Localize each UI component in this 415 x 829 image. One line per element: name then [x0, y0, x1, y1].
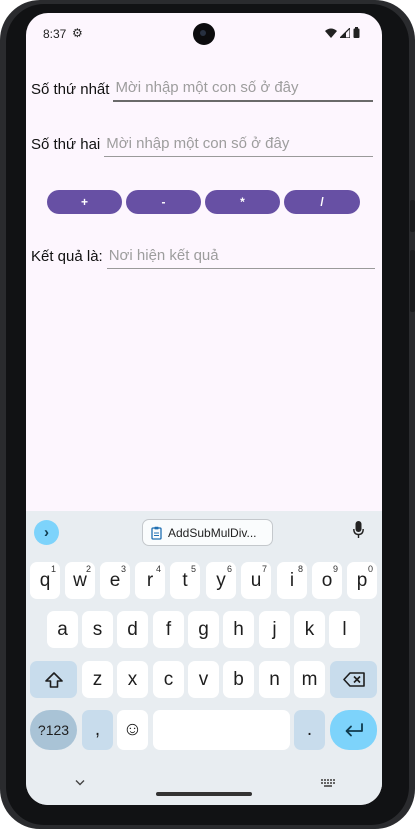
key-y-label: y [216, 569, 226, 591]
status-time: 8:37 [43, 27, 67, 41]
app-screen: 8:37 ⚙ Số thứ nhất Số thứ hai + - * / [26, 13, 382, 805]
key-w-label: w [73, 569, 87, 591]
key-d[interactable]: d [117, 611, 148, 648]
key-n[interactable]: n [259, 661, 290, 698]
key-v[interactable]: v [188, 661, 219, 698]
key-m[interactable]: m [294, 661, 325, 698]
key-q-label: q [39, 569, 51, 591]
key-q-hint: 1 [50, 564, 56, 574]
key-f[interactable]: f [153, 611, 184, 648]
microphone-icon[interactable] [353, 521, 364, 539]
key-g[interactable]: g [188, 611, 219, 648]
phone-frame: 8:37 ⚙ Số thứ nhất Số thứ hai + - * / [0, 0, 415, 829]
add-button[interactable]: + [47, 190, 122, 214]
key-i-label: i [289, 569, 295, 591]
key-o-label: o [321, 569, 333, 591]
key-h[interactable]: h [223, 611, 254, 648]
key-b[interactable]: b [223, 661, 254, 698]
key-t[interactable]: t5 [170, 562, 200, 599]
keyboard-toolbar: › AddSubMulDiv... [26, 511, 382, 557]
key-y[interactable]: y6 [206, 562, 236, 599]
second-number-row: Số thứ hai [31, 135, 374, 157]
emoji-key[interactable]: ☺ [117, 710, 148, 750]
key-u-label: u [250, 569, 262, 591]
signal-icon [340, 27, 350, 38]
first-number-input[interactable] [113, 79, 374, 102]
key-x[interactable]: x [117, 661, 148, 698]
key-c[interactable]: c [153, 661, 184, 698]
battery-icon [353, 27, 360, 38]
key-q[interactable]: q1 [30, 562, 60, 599]
key-e-hint: 3 [120, 564, 126, 574]
operation-buttons: + - * / [47, 190, 360, 214]
key-s[interactable]: s [82, 611, 113, 648]
key-t-label: t [182, 569, 188, 591]
enter-icon [345, 723, 363, 737]
key-i-hint: 8 [297, 564, 303, 574]
key-u[interactable]: u7 [241, 562, 271, 599]
result-row: Kết quả là: [31, 247, 375, 269]
key-e-label: e [109, 569, 121, 591]
status-icons [325, 27, 360, 38]
second-number-input[interactable] [104, 135, 374, 157]
enter-key[interactable] [330, 710, 377, 750]
power-button [410, 250, 415, 312]
key-j[interactable]: j [259, 611, 290, 648]
key-t-hint: 5 [190, 564, 196, 574]
key-u-hint: 7 [261, 564, 267, 574]
key-o-hint: 9 [332, 564, 338, 574]
space-key[interactable] [153, 710, 290, 750]
key-k[interactable]: k [294, 611, 325, 648]
subtract-button[interactable]: - [126, 190, 201, 214]
key-i[interactable]: i8 [277, 562, 307, 599]
navigation-bar [26, 771, 382, 805]
key-y-hint: 6 [226, 564, 232, 574]
key-p-label: p [356, 569, 368, 591]
shift-icon [44, 671, 63, 688]
key-l[interactable]: l [329, 611, 360, 648]
status-bar: 8:37 ⚙ [26, 13, 382, 55]
backspace-key[interactable] [330, 661, 377, 698]
divide-button[interactable]: / [284, 190, 360, 214]
result-label: Kết quả là: [31, 248, 103, 265]
key-w-hint: 2 [85, 564, 91, 574]
keyboard-switch-icon[interactable] [321, 779, 335, 788]
result-field[interactable] [106, 247, 375, 269]
emoji-icon: ☺ [122, 719, 143, 740]
home-gesture-handle[interactable] [156, 792, 252, 796]
shift-key[interactable] [30, 661, 77, 698]
period-key[interactable]: . [294, 710, 325, 750]
settings-status-icon: ⚙ [72, 26, 83, 40]
key-p-hint: 0 [367, 564, 373, 574]
second-number-label: Số thứ hai [31, 136, 101, 153]
backspace-icon [342, 672, 365, 687]
soft-keyboard: › AddSubMulDiv... q1 w2 e3 r4 t5 y6 u7 i… [26, 511, 382, 805]
symbols-key[interactable]: ?123 [30, 710, 77, 750]
comma-key[interactable]: , [82, 710, 113, 750]
front-camera [193, 23, 215, 45]
clipboard-suggestion-chip[interactable]: AddSubMulDiv... [142, 519, 273, 546]
wifi-icon [325, 28, 337, 38]
key-r-label: r [146, 569, 154, 591]
first-number-label: Số thứ nhất [31, 81, 110, 98]
key-r-hint: 4 [155, 564, 161, 574]
expand-toolbar-icon[interactable]: › [34, 520, 59, 545]
clipboard-chip-text: AddSubMulDiv... [168, 525, 257, 540]
clipboard-icon [151, 526, 162, 540]
key-r[interactable]: r4 [135, 562, 165, 599]
multiply-button[interactable]: * [205, 190, 280, 214]
key-w[interactable]: w2 [65, 562, 95, 599]
key-e[interactable]: e3 [100, 562, 130, 599]
key-o[interactable]: o9 [312, 562, 342, 599]
key-a[interactable]: a [47, 611, 78, 648]
key-z[interactable]: z [82, 661, 113, 698]
first-number-row: Số thứ nhất [31, 79, 374, 102]
key-p[interactable]: p0 [347, 562, 377, 599]
hide-keyboard-icon[interactable] [75, 779, 85, 787]
volume-button [410, 200, 415, 232]
